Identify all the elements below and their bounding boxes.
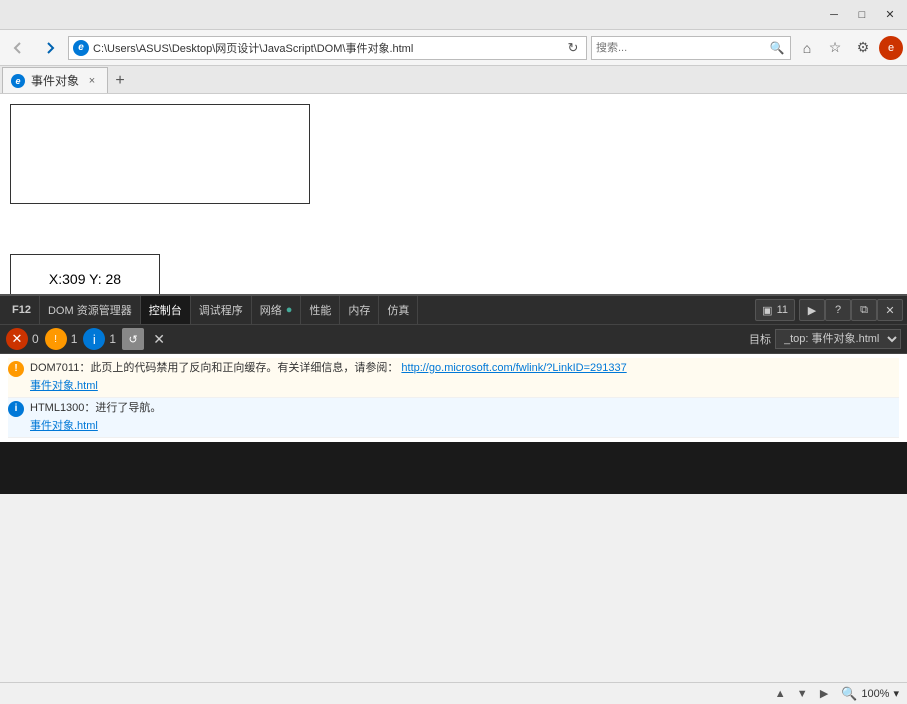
info-code: HTML1300：进行了导航。	[30, 402, 161, 414]
console-line-warning: ! DOM7011：此页上的代码禁用了反向和正向缓存。有关详细信息，请参阅： h…	[8, 358, 899, 398]
nav-bar: e C:\Users\ASUS\Desktop\网页设计\JavaScript\…	[0, 30, 907, 66]
devtools-memory-tab[interactable]: 内存	[340, 296, 379, 324]
console-clear-button[interactable]: ✕	[148, 328, 170, 350]
console-refresh-button[interactable]: ↺	[122, 328, 144, 350]
zoom-level: 100%	[861, 688, 889, 700]
tab-close-button[interactable]: ×	[85, 74, 99, 88]
scroll-right-button[interactable]: ▶	[815, 685, 833, 703]
close-button[interactable]: ✕	[877, 4, 903, 26]
back-button[interactable]	[4, 34, 32, 62]
devtools-dock-button[interactable]: ⧉	[851, 299, 877, 321]
console-warning-text: DOM7011：此页上的代码禁用了反向和正向缓存。有关详细信息，请参阅： htt…	[30, 360, 899, 395]
devtools-debugger-tab[interactable]: 调试程序	[191, 296, 252, 324]
nav-right-icons: ⌂ ☆ ⚙ e	[795, 36, 903, 60]
info-badge[interactable]: i	[83, 328, 105, 350]
search-button[interactable]: 🔍	[768, 39, 786, 57]
content-area: X:309 Y: 28	[0, 94, 907, 294]
address-text: C:\Users\ASUS\Desktop\网页设计\JavaScript\DO…	[93, 40, 560, 56]
home-button[interactable]: ⌂	[795, 36, 819, 60]
forward-button[interactable]	[36, 34, 64, 62]
zoom-area: 🔍 100% ▾	[841, 686, 899, 702]
devtools-tabs: F12 DOM 资源管理器 控制台 调试程序 网络 ● 性能 内存 仿真 ▣ 1…	[0, 296, 907, 324]
devtools-help-button[interactable]: ?	[825, 299, 851, 321]
info-count: 1	[109, 332, 116, 346]
console-info-text: HTML1300：进行了导航。 事件对象.html	[30, 400, 899, 435]
target-bar: 目标 _top: 事件对象.html	[749, 329, 901, 349]
info-file[interactable]: 事件对象.html	[30, 420, 98, 432]
new-tab-button[interactable]: +	[108, 69, 132, 93]
warning-badge[interactable]: !	[45, 328, 67, 350]
devtools-network-tab[interactable]: 网络 ●	[252, 296, 302, 324]
warning-icon: !	[8, 361, 24, 377]
search-bar: 🔍	[591, 36, 791, 60]
title-bar-buttons: ─ □ ✕	[821, 4, 903, 26]
address-bar[interactable]: e C:\Users\ASUS\Desktop\网页设计\JavaScript\…	[68, 36, 587, 60]
main-bordered-box	[10, 104, 310, 204]
scroll-up-button[interactable]: ▲	[771, 685, 789, 703]
error-badge[interactable]: ✕	[6, 328, 28, 350]
scroll-down-button[interactable]: ▼	[793, 685, 811, 703]
devtools-console-tab[interactable]: 控制台	[141, 296, 191, 324]
user-button[interactable]: e	[879, 36, 903, 60]
devtools-panel: F12 DOM 资源管理器 控制台 调试程序 网络 ● 性能 内存 仿真 ▣ 1…	[0, 294, 907, 494]
console-output: ! DOM7011：此页上的代码禁用了反向和正向缓存。有关详细信息，请参阅： h…	[0, 354, 907, 442]
warning-link[interactable]: http://go.microsoft.com/fwlink/?LinkID=2…	[401, 362, 626, 374]
zoom-dropdown-icon[interactable]: ▾	[893, 687, 899, 700]
warning-code: DOM7011：此页上的代码禁用了反向和正向缓存。有关详细信息，请参阅：	[30, 362, 398, 374]
error-count: 0	[32, 332, 39, 346]
target-label: 目标	[749, 331, 771, 347]
tab-bar: e 事件对象 × +	[0, 66, 907, 94]
devtools-dom-tab[interactable]: DOM 资源管理器	[40, 296, 141, 324]
devtools-performance-tab[interactable]: 性能	[301, 296, 340, 324]
warning-count: 1	[71, 332, 78, 346]
title-bar: ─ □ ✕	[0, 0, 907, 30]
devtools-f12-label[interactable]: F12	[4, 296, 40, 324]
scroll-buttons: ▲ ▼ ▶	[771, 685, 833, 703]
browser-content: X:309 Y: 28	[0, 94, 907, 294]
settings-button[interactable]: ⚙	[851, 36, 875, 60]
warning-file[interactable]: 事件对象.html	[30, 380, 98, 392]
info-icon: i	[8, 401, 24, 417]
devtools-right-controls: ▣ 11 ▶ ? ⧉ ✕	[755, 299, 903, 321]
devtools-simulation-tab[interactable]: 仿真	[379, 296, 418, 324]
favorites-button[interactable]: ☆	[823, 36, 847, 60]
maximize-button[interactable]: □	[849, 4, 875, 26]
zoom-icon: 🔍	[841, 686, 857, 702]
tab-favicon: e	[11, 74, 25, 88]
refresh-button[interactable]: ↻	[564, 39, 582, 57]
tab-label: 事件对象	[31, 72, 79, 89]
devtools-action-bar: ✕ 0 ! 1 i 1 ↺ ✕ 目标 _top: 事件对象.html	[0, 324, 907, 354]
tab-事件对象[interactable]: e 事件对象 ×	[2, 67, 108, 93]
devtools-monitor-button[interactable]: ▣ 11	[755, 299, 795, 321]
target-select[interactable]: _top: 事件对象.html	[775, 329, 901, 349]
coord-text: X:309 Y: 28	[49, 271, 121, 287]
monitor-icon: ▣	[762, 304, 772, 317]
minimize-button[interactable]: ─	[821, 4, 847, 26]
devtools-play-button[interactable]: ▶	[799, 299, 825, 321]
devtools-close-button[interactable]: ✕	[877, 299, 903, 321]
console-line-info: i HTML1300：进行了导航。 事件对象.html	[8, 398, 899, 438]
status-bar: ▲ ▼ ▶ 🔍 100% ▾	[0, 682, 907, 704]
search-input[interactable]	[596, 42, 766, 54]
coord-box: X:309 Y: 28	[10, 254, 160, 294]
ie-icon: e	[73, 40, 89, 56]
monitor-count: 11	[777, 304, 788, 316]
